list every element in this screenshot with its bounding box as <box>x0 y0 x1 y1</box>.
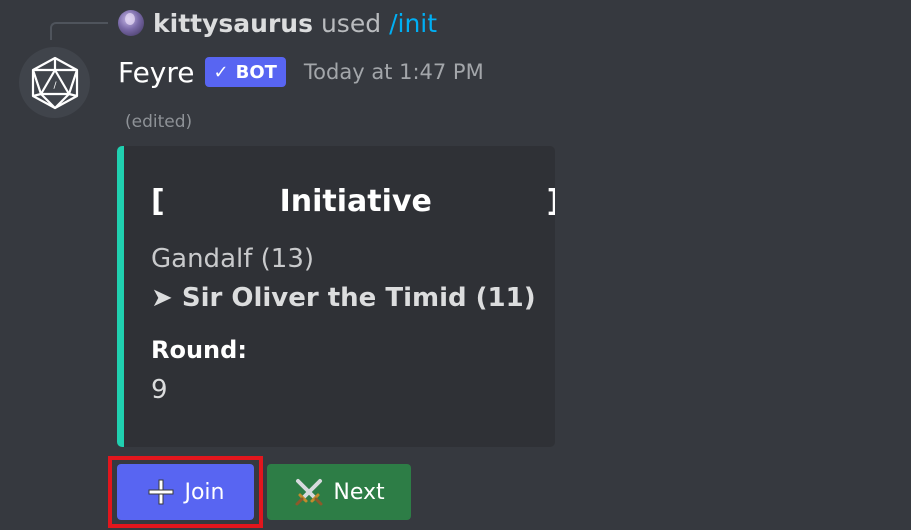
round-field-name: Round: <box>151 336 247 364</box>
message-timestamp[interactable]: Today at 1:47 PM <box>304 60 484 84</box>
initiative-embed: [ Initiative ] Gandalf (13) ➤ Sir Oliver… <box>117 146 555 447</box>
round-field-value: 9 <box>151 375 168 405</box>
svg-text:/: / <box>53 81 57 91</box>
join-button-label: Join <box>184 479 225 505</box>
bot-avatar[interactable]: / <box>19 47 90 118</box>
crossed-swords-icon <box>293 477 325 507</box>
embed-title: [ Initiative ] <box>151 184 555 219</box>
next-button-label: Next <box>333 479 385 505</box>
plus-icon <box>146 477 176 507</box>
edited-label: (edited) <box>125 112 193 132</box>
bot-badge-label: BOT <box>235 61 277 83</box>
initiative-entry-current: ➤ Sir Oliver the Timid (11) <box>151 283 536 313</box>
check-icon: ✓ <box>213 61 229 83</box>
embed-accent-bar <box>117 146 124 447</box>
next-button[interactable]: Next <box>267 464 411 520</box>
command-user[interactable]: kittysaurus <box>153 9 313 38</box>
user-avatar[interactable] <box>118 10 144 36</box>
initiative-entry: Gandalf (13) <box>151 244 315 274</box>
command-name[interactable]: /init <box>389 9 437 38</box>
command-line: kittysaurus used /init <box>118 6 437 40</box>
join-button[interactable]: Join <box>117 464 254 520</box>
bot-name[interactable]: Feyre <box>118 56 195 89</box>
reply-spine <box>50 22 108 40</box>
command-used-text: used <box>320 8 382 38</box>
d20-icon: / <box>31 56 78 109</box>
message-header: Feyre ✓ BOT Today at 1:47 PM <box>118 52 484 92</box>
bot-badge: ✓ BOT <box>204 57 286 87</box>
